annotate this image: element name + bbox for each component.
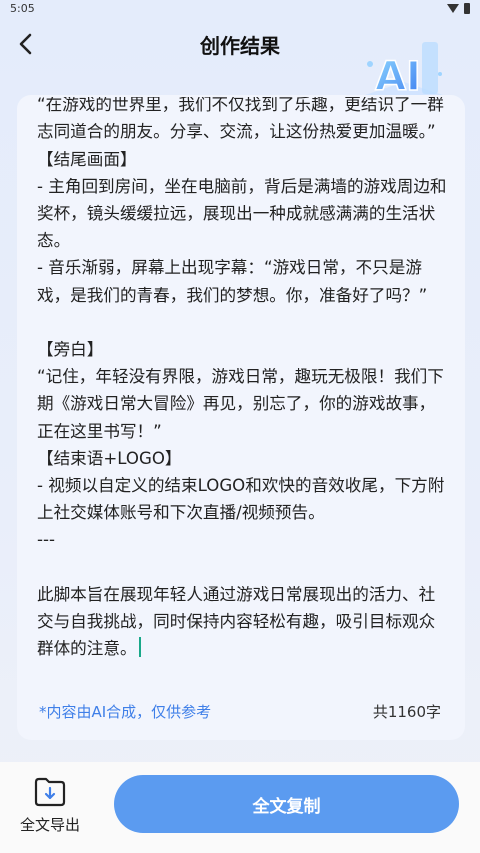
character-count: 共1160字 <box>372 703 441 721</box>
content-card: 【旁白】 “在游戏的世界里，我们不仅找到了乐趣，更结识了一群志同道合的朋友。分享… <box>17 95 465 740</box>
export-button[interactable]: 全文导出 <box>14 776 86 838</box>
chevron-left-icon <box>19 33 32 55</box>
battery-icon <box>464 2 470 14</box>
back-button[interactable] <box>12 30 40 58</box>
status-bar: 5:05 <box>0 0 480 16</box>
bottom-bar: 全文导出 全文复制 <box>0 762 480 853</box>
page-title: 创作结果 <box>200 33 280 58</box>
generated-script-text[interactable]: 【旁白】 “在游戏的世界里，我们不仅找到了乐趣，更结识了一群志同道合的朋友。分享… <box>37 97 447 662</box>
ai-badge-text: AI <box>375 54 421 100</box>
status-icons <box>447 2 470 14</box>
folder-download-icon <box>34 777 66 807</box>
status-time: 5:05 <box>10 1 35 15</box>
export-label: 全文导出 <box>19 816 80 834</box>
copy-all-button[interactable]: 全文复制 <box>114 775 459 833</box>
ai-disclaimer: *内容由AI合成，仅供参考 <box>39 703 212 721</box>
wifi-icon <box>447 3 459 13</box>
